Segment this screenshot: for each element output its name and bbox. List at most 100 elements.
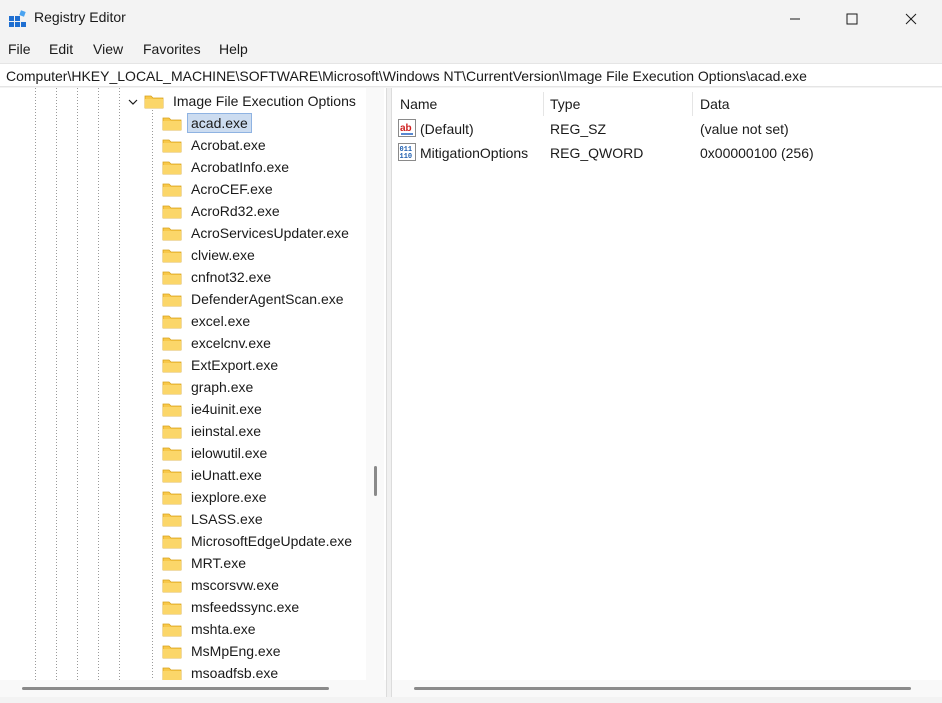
tree-item[interactable]: ExtExport.exe	[162, 354, 281, 376]
values-horizontal-scroll-thumb[interactable]	[414, 687, 911, 690]
folder-icon	[162, 315, 182, 329]
value-type: REG_QWORD	[550, 145, 644, 161]
tree-item[interactable]: MicrosoftEdgeUpdate.exe	[162, 530, 355, 552]
folder-icon	[162, 447, 182, 461]
tree-item[interactable]: iexplore.exe	[162, 486, 270, 508]
column-header-type[interactable]: Type	[542, 92, 692, 116]
folder-icon	[162, 205, 182, 219]
tree-item[interactable]: Acrobat.exe	[162, 134, 269, 156]
menu-favorites[interactable]: Favorites	[143, 41, 201, 57]
menu-file[interactable]: File	[8, 41, 31, 57]
tree-vertical-scroll-thumb[interactable]	[374, 466, 377, 496]
tree-item[interactable]: graph.exe	[162, 376, 256, 398]
tree-item[interactable]: ieUnatt.exe	[162, 464, 265, 486]
tree-item-label: MicrosoftEdgeUpdate.exe	[191, 533, 353, 549]
column-header-name[interactable]: Name	[392, 92, 544, 116]
tree-item[interactable]: AcroRd32.exe	[162, 200, 283, 222]
window-bottom-edge	[0, 697, 942, 703]
tree-item[interactable]: AcroCEF.exe	[162, 178, 276, 200]
string-value-icon: ab	[398, 119, 416, 137]
menu-view[interactable]: View	[93, 41, 123, 57]
value-type: REG_SZ	[550, 121, 607, 137]
tree-item-label: ExtExport.exe	[191, 357, 279, 373]
folder-icon	[162, 645, 182, 659]
tree-item[interactable]: MsMpEng.exe	[162, 640, 283, 662]
tree-item-label: clview.exe	[191, 247, 255, 263]
tree-item-image-file-execution-options[interactable]: Image File Execution Options	[144, 90, 359, 112]
tree-vertical-scrollbar[interactable]	[366, 88, 384, 680]
tree-item-label: cnfnot32.exe	[191, 269, 272, 285]
folder-icon	[162, 161, 182, 175]
key-tree[interactable]: Image File Execution Options acad.exe Acr…	[0, 88, 386, 703]
menu-help[interactable]: Help	[219, 41, 248, 57]
tree-item[interactable]: excelcnv.exe	[162, 332, 274, 354]
column-header-data[interactable]: Data	[692, 92, 932, 116]
tree-item[interactable]: ieinstal.exe	[162, 420, 264, 442]
tree-item-label: mshta.exe	[191, 621, 256, 637]
close-button[interactable]	[880, 0, 942, 37]
value-name: (Default)	[420, 121, 474, 137]
values-horizontal-scrollbar[interactable]	[392, 680, 942, 697]
address-bar[interactable]: Computer\HKEY_LOCAL_MACHINE\SOFTWARE\Mic…	[0, 63, 942, 87]
tree-horizontal-scroll-thumb[interactable]	[22, 687, 329, 690]
close-icon	[905, 13, 917, 24]
tree-item-label: AcroRd32.exe	[191, 203, 280, 219]
folder-icon	[162, 535, 182, 549]
minimize-button[interactable]	[764, 0, 826, 37]
tree-item-label: ie4uinit.exe	[191, 401, 262, 417]
tree-item[interactable]: mshta.exe	[162, 618, 259, 640]
tree-item-label: LSASS.exe	[191, 511, 263, 527]
tree-item[interactable]: mscorsvw.exe	[162, 574, 282, 596]
folder-icon	[162, 117, 182, 131]
tree-item-label: MRT.exe	[191, 555, 246, 571]
tree-item[interactable]: acad.exe	[162, 112, 252, 134]
tree-item[interactable]: DefenderAgentScan.exe	[162, 288, 347, 310]
tree-item-label: ielowutil.exe	[191, 445, 268, 461]
menu-edit[interactable]: Edit	[49, 41, 73, 57]
folder-icon	[162, 293, 182, 307]
maximize-button[interactable]	[821, 0, 883, 37]
binary-value-icon: 011 110	[398, 143, 416, 161]
chevron-down-icon[interactable]	[127, 97, 139, 107]
tree-item[interactable]: excel.exe	[162, 310, 253, 332]
tree-item[interactable]: AcroServicesUpdater.exe	[162, 222, 352, 244]
tree-horizontal-scrollbar[interactable]	[0, 680, 386, 697]
folder-icon	[162, 249, 182, 263]
address-path[interactable]: Computer\HKEY_LOCAL_MACHINE\SOFTWARE\Mic…	[6, 68, 807, 84]
tree-item[interactable]: LSASS.exe	[162, 508, 266, 530]
tree-item-label: DefenderAgentScan.exe	[191, 291, 344, 307]
tree-item-label: AcroCEF.exe	[191, 181, 273, 197]
folder-icon	[162, 601, 182, 615]
folder-icon	[162, 623, 182, 637]
tree-item-label: iexplore.exe	[191, 489, 267, 505]
registry-icon	[9, 10, 26, 27]
svg-text:ab: ab	[400, 123, 412, 134]
tree-item-label: ieUnatt.exe	[191, 467, 262, 483]
folder-icon	[162, 513, 182, 527]
value-row-default[interactable]: ab (Default) REG_SZ (value not set)	[392, 117, 940, 141]
tree-item-label: Acrobat.exe	[191, 137, 266, 153]
values-list[interactable]: Name Type Data ab (Default) REG_SZ (valu…	[392, 88, 942, 703]
value-data: 0x00000100 (256)	[700, 145, 814, 161]
folder-icon	[162, 337, 182, 351]
svg-text:110: 110	[400, 153, 413, 161]
tree-item-label: MsMpEng.exe	[191, 643, 281, 659]
folder-icon	[162, 469, 182, 483]
value-name: MitigationOptions	[420, 145, 529, 161]
tree-item[interactable]: msfeedssync.exe	[162, 596, 302, 618]
tree-item-label: mscorsvw.exe	[191, 577, 279, 593]
tree-item[interactable]: ielowutil.exe	[162, 442, 270, 464]
menu-bar: File Edit View Favorites Help	[0, 37, 942, 63]
tree-item-label: acad.exe	[187, 113, 252, 133]
tree-item[interactable]: AcrobatInfo.exe	[162, 156, 292, 178]
tree-item[interactable]: clview.exe	[162, 244, 258, 266]
tree-item[interactable]: cnfnot32.exe	[162, 266, 274, 288]
folder-icon	[162, 381, 182, 395]
tree-item[interactable]: ie4uinit.exe	[162, 398, 265, 420]
tree-item-label: AcroServicesUpdater.exe	[191, 225, 349, 241]
tree-item-label: Image File Execution Options	[173, 93, 356, 109]
tree-item[interactable]: MRT.exe	[162, 552, 249, 574]
value-row-mitigationoptions[interactable]: 011 110 MitigationOptions REG_QWORD 0x00…	[392, 141, 940, 165]
value-data: (value not set)	[700, 121, 789, 137]
folder-icon	[162, 491, 182, 505]
